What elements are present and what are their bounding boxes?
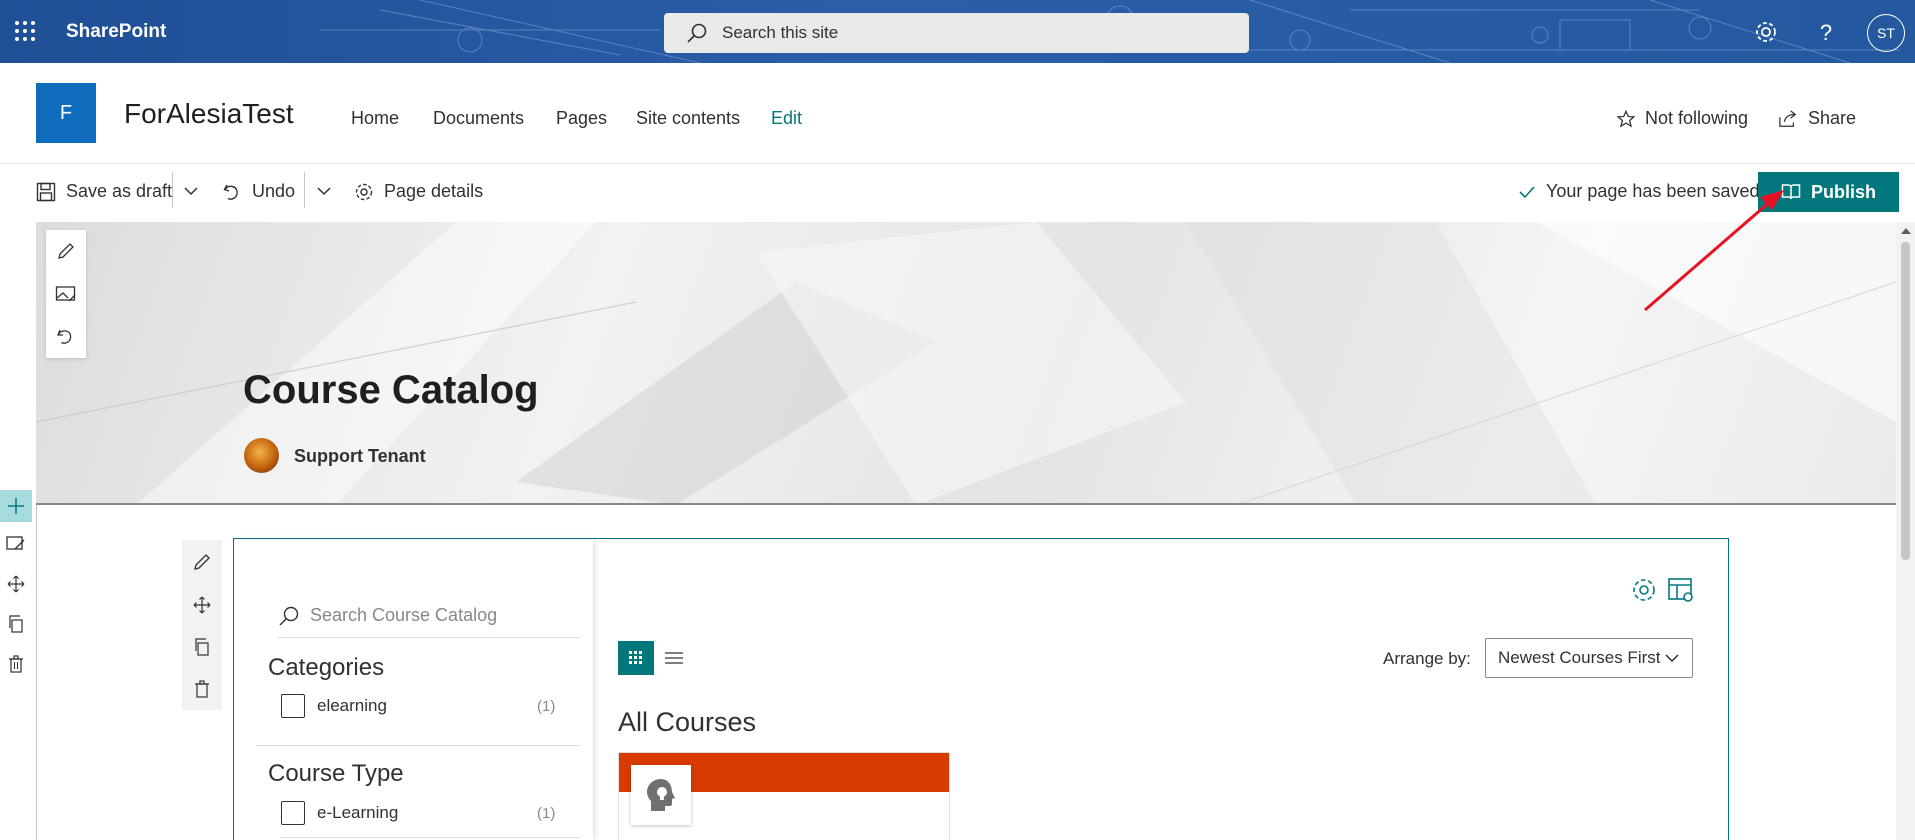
filter-heading-course-type: Course Type bbox=[268, 760, 404, 787]
sharepoint-brand[interactable]: SharePoint bbox=[66, 21, 166, 43]
page-scrollbar[interactable] bbox=[1896, 222, 1915, 840]
trash-icon bbox=[9, 655, 23, 673]
filter-heading-categories: Categories bbox=[268, 654, 385, 681]
course-search-placeholder: Search Course Catalog bbox=[310, 605, 498, 625]
save-status: Your page has been saved bbox=[1518, 181, 1760, 202]
scroll-thumb[interactable] bbox=[1901, 242, 1910, 560]
nav-home[interactable]: Home bbox=[351, 108, 399, 129]
reset-banner-undo-icon[interactable] bbox=[56, 327, 76, 347]
author-name[interactable]: Support Tenant bbox=[294, 446, 426, 467]
course-thumbnail bbox=[631, 765, 691, 825]
webpart-toolbar bbox=[182, 540, 222, 710]
course-card[interactable] bbox=[618, 752, 950, 840]
nav-documents[interactable]: Documents bbox=[433, 108, 524, 129]
filter-option-e-learning[interactable]: e-Learning bbox=[281, 801, 398, 825]
author-avatar bbox=[244, 438, 279, 473]
list-view-icon[interactable] bbox=[664, 650, 684, 666]
section-title: All Courses bbox=[618, 707, 757, 737]
filter-panel bbox=[235, 540, 593, 840]
plus-icon bbox=[8, 498, 24, 514]
head-lightbulb-icon bbox=[647, 779, 675, 811]
scroll-up-arrow[interactable] bbox=[1901, 228, 1911, 234]
arrange-by-value: Newest Courses First bbox=[1498, 648, 1661, 667]
settings-gear-icon[interactable] bbox=[1751, 17, 1781, 47]
search-icon bbox=[279, 606, 299, 625]
add-section-button[interactable] bbox=[0, 490, 32, 522]
user-avatar[interactable]: ST bbox=[1867, 14, 1905, 52]
divider bbox=[256, 745, 581, 746]
move-section-button[interactable] bbox=[0, 568, 32, 600]
site-search-box[interactable]: Search this site bbox=[664, 13, 1249, 53]
book-icon bbox=[1781, 184, 1801, 200]
move-arrows-icon bbox=[7, 575, 25, 593]
save-as-draft-label: Save as draft bbox=[66, 181, 173, 201]
share-icon bbox=[1779, 109, 1797, 127]
filter-checkbox[interactable] bbox=[281, 694, 305, 718]
site-logo[interactable]: F bbox=[36, 83, 96, 143]
suite-bar: SharePoint Search this site ? ST bbox=[0, 0, 1915, 63]
follow-label: Not following bbox=[1645, 108, 1749, 128]
star-icon bbox=[1617, 109, 1635, 127]
page-details-gear-icon bbox=[355, 183, 373, 200]
copy-icon bbox=[9, 615, 23, 633]
search-icon bbox=[687, 23, 707, 43]
chevron-down-icon bbox=[1665, 654, 1679, 663]
nav-edit[interactable]: Edit bbox=[771, 108, 802, 129]
section-boundary bbox=[36, 505, 37, 840]
divider bbox=[304, 172, 305, 208]
save-icon bbox=[36, 182, 56, 201]
filter-option-elearning[interactable]: elearning bbox=[281, 694, 387, 718]
page-details-button[interactable]: Page details bbox=[354, 181, 483, 202]
page-title[interactable]: Course Catalog bbox=[243, 368, 539, 413]
edit-banner-pencil-icon[interactable] bbox=[56, 241, 76, 261]
banner-toolbar bbox=[46, 230, 86, 358]
catalog-settings-gear-icon[interactable] bbox=[1630, 576, 1658, 604]
follow-button[interactable]: Not following bbox=[1617, 108, 1748, 129]
nav-site-contents[interactable]: Site contents bbox=[636, 108, 740, 129]
edit-section-icon bbox=[6, 536, 25, 550]
undo-label: Undo bbox=[252, 181, 296, 201]
duplicate-section-button[interactable] bbox=[0, 608, 32, 640]
save-as-draft-button[interactable]: Save as draft bbox=[36, 181, 172, 202]
page-details-label: Page details bbox=[384, 181, 484, 201]
divider bbox=[280, 837, 580, 838]
course-search-box[interactable]: Search Course Catalog bbox=[278, 594, 580, 638]
filter-count: (1) bbox=[537, 698, 556, 715]
undo-icon bbox=[223, 184, 238, 200]
catalog-layout-settings-icon[interactable] bbox=[1667, 576, 1695, 604]
duplicate-webpart-icon[interactable] bbox=[193, 638, 211, 656]
filter-checkbox[interactable] bbox=[281, 801, 305, 825]
divider bbox=[172, 172, 173, 208]
site-title[interactable]: ForAlesiaTest bbox=[124, 98, 294, 130]
filter-option-label: elearning bbox=[317, 696, 387, 715]
save-options-chevron-down-icon[interactable] bbox=[183, 185, 199, 197]
delete-webpart-trash-icon[interactable] bbox=[194, 680, 210, 698]
svg-text:?: ? bbox=[1820, 20, 1832, 45]
help-icon[interactable]: ? bbox=[1811, 17, 1841, 47]
grid-view-button[interactable] bbox=[618, 641, 654, 675]
share-label: Share bbox=[1808, 108, 1857, 128]
publish-button[interactable]: Publish bbox=[1758, 172, 1899, 212]
checkmark-icon bbox=[1519, 185, 1535, 198]
filter-option-label: e-Learning bbox=[317, 803, 399, 822]
arrange-by-dropdown[interactable]: Newest Courses First bbox=[1485, 638, 1693, 678]
edit-webpart-pencil-icon[interactable] bbox=[192, 552, 212, 572]
edit-section-button[interactable] bbox=[0, 528, 32, 560]
arrange-by-label: Arrange by: bbox=[1383, 649, 1471, 668]
undo-button[interactable]: Undo bbox=[222, 181, 295, 202]
grid-icon bbox=[629, 651, 642, 664]
filter-count: (1) bbox=[537, 805, 556, 822]
save-status-text: Your page has been saved bbox=[1546, 181, 1760, 201]
change-image-icon[interactable] bbox=[55, 284, 77, 304]
move-webpart-icon[interactable] bbox=[193, 596, 211, 614]
delete-section-button[interactable] bbox=[0, 648, 32, 680]
site-search-placeholder: Search this site bbox=[722, 23, 839, 42]
publish-label: Publish bbox=[1810, 181, 1876, 202]
nav-pages[interactable]: Pages bbox=[556, 108, 607, 129]
undo-options-chevron-down-icon[interactable] bbox=[316, 185, 332, 197]
share-button[interactable]: Share bbox=[1778, 108, 1856, 129]
app-launcher-icon[interactable] bbox=[14, 20, 36, 42]
